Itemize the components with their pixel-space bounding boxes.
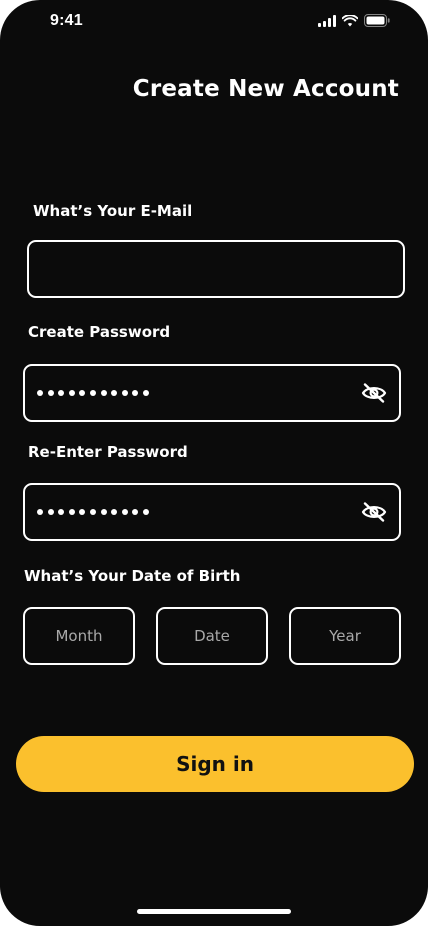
password-dot [142, 509, 149, 515]
password-dot [79, 390, 86, 396]
email-field[interactable] [29, 242, 403, 296]
password-dot [37, 390, 43, 396]
password-dot [47, 509, 54, 515]
password-dot [89, 390, 96, 396]
cellular-signal-icon [318, 14, 336, 27]
password-dot [68, 509, 75, 515]
password-dot [68, 390, 75, 396]
sign-in-button[interactable]: Sign in [16, 736, 414, 792]
password-dot [121, 390, 128, 396]
password-dot [37, 509, 43, 515]
password-dot [121, 509, 128, 515]
password-dot [132, 390, 139, 396]
status-icons [318, 14, 390, 27]
password-dot [100, 390, 107, 396]
password-dot [111, 390, 118, 396]
confirm-password-field[interactable] [23, 483, 401, 541]
password-dot [100, 509, 107, 515]
eye-off-icon[interactable] [361, 382, 387, 404]
dob-year-field[interactable]: Year [289, 607, 401, 665]
password-mask [37, 390, 149, 396]
password-field[interactable] [23, 364, 401, 422]
eye-off-icon[interactable] [361, 501, 387, 523]
email-label: What’s Your E-Mail [33, 202, 193, 220]
password-dot [111, 509, 118, 515]
dob-label: What’s Your Date of Birth [24, 567, 241, 585]
wifi-icon [342, 14, 358, 26]
dob-month-field[interactable]: Month [23, 607, 135, 665]
home-indicator [137, 909, 291, 914]
status-time: 9:41 [50, 12, 83, 29]
page-title: Create New Account [132, 76, 399, 102]
confirm-password-mask [37, 509, 149, 515]
password-dot [79, 509, 86, 515]
confirm-password-label: Re-Enter Password [28, 443, 188, 461]
status-bar: 9:41 [0, 0, 428, 44]
password-dot [58, 509, 65, 515]
password-label: Create Password [28, 323, 171, 341]
password-dot [47, 390, 54, 396]
password-dot [142, 390, 149, 396]
password-dot [58, 390, 65, 396]
battery-icon [364, 14, 390, 27]
phone-screen: 9:41 Create New Account What’s Your E-Ma… [0, 0, 428, 926]
email-field-box [27, 240, 405, 298]
dob-day-field[interactable]: Date [156, 607, 268, 665]
password-dot [89, 509, 96, 515]
password-dot [132, 509, 139, 515]
